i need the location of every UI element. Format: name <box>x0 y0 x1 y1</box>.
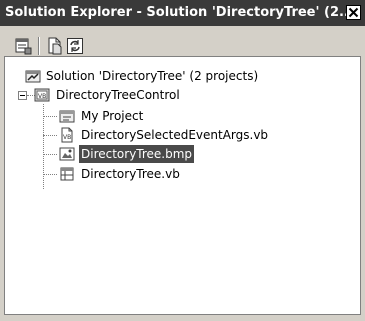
close-icon <box>348 7 359 18</box>
title-bar[interactable]: Solution Explorer - Solution 'DirectoryT… <box>0 0 365 26</box>
my-project-icon <box>59 108 75 124</box>
toolbar <box>0 26 365 56</box>
vb-file-icon: VB <box>59 127 75 143</box>
solution-tree[interactable]: Solution 'DirectoryTree' (2 projects) VB… <box>4 56 361 315</box>
tree-item-bmp[interactable]: DirectoryTree.bmp <box>5 145 345 163</box>
tree-item-event-args[interactable]: VB DirectorySelectedEventArgs.vb <box>5 126 345 144</box>
refresh-button[interactable] <box>66 37 84 55</box>
tree-item-label: DirectoryTree.vb <box>81 167 180 181</box>
show-all-files-button[interactable] <box>46 37 64 55</box>
tree-item-label: DirectorySelectedEventArgs.vb <box>81 128 269 142</box>
project-label: DirectoryTreeControl <box>56 88 180 102</box>
component-icon <box>59 166 75 182</box>
tree-item-directorytree-vb[interactable]: DirectoryTree.vb <box>5 165 345 183</box>
refresh-icon <box>67 38 83 54</box>
properties-button[interactable] <box>14 37 32 55</box>
tree-item-label: My Project <box>81 109 144 123</box>
svg-text:VB: VB <box>63 134 71 141</box>
svg-text:VB: VB <box>38 93 46 100</box>
bitmap-icon <box>59 146 75 162</box>
show-all-files-icon <box>48 37 62 55</box>
toolbar-separator <box>38 37 40 55</box>
solution-label: Solution 'DirectoryTree' (2 projects) <box>46 69 259 83</box>
properties-icon <box>15 38 32 55</box>
close-button[interactable] <box>346 5 361 20</box>
tree-item-my-project[interactable]: My Project <box>5 107 345 125</box>
solution-explorer-window: Solution Explorer - Solution 'DirectoryT… <box>0 0 365 321</box>
window-title: Solution Explorer - Solution 'DirectoryT… <box>5 5 354 20</box>
solution-icon <box>25 68 41 84</box>
project-node[interactable]: VB DirectoryTreeControl <box>5 86 345 104</box>
solution-node[interactable]: Solution 'DirectoryTree' (2 projects) <box>5 67 345 85</box>
vb-project-icon: VB <box>34 87 50 103</box>
tree-item-label: DirectoryTree.bmp <box>79 145 195 163</box>
